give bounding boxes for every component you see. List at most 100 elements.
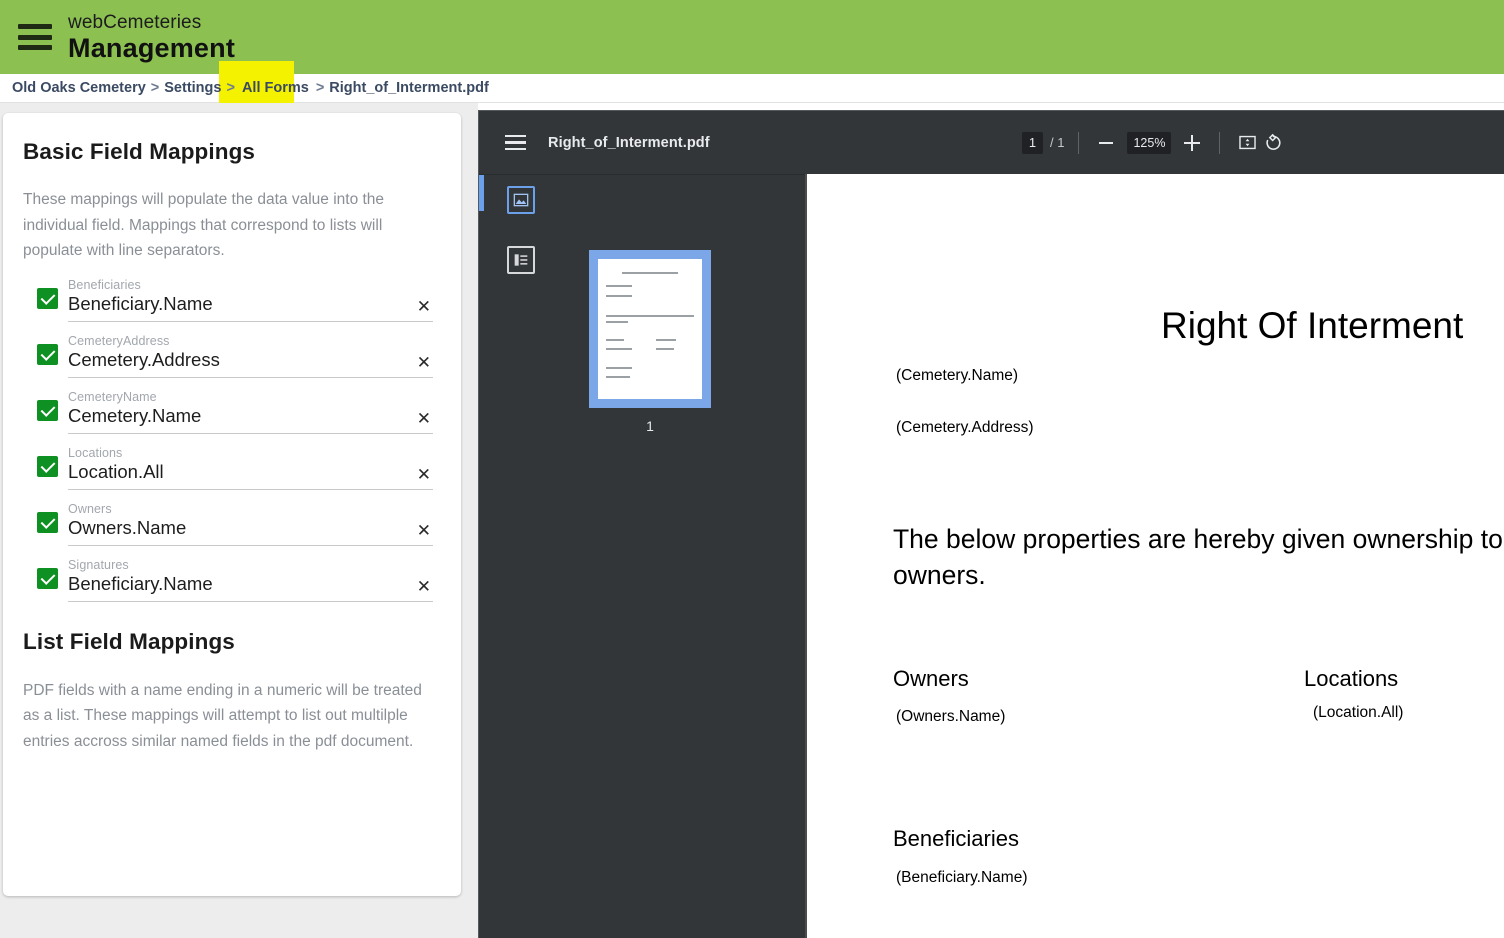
hamburger-bar [18, 45, 52, 50]
mapping-checkbox[interactable] [37, 399, 58, 421]
close-icon[interactable]: ✕ [417, 578, 431, 596]
hamburger-bar [18, 34, 52, 40]
mapping-label: Beneficiaries [68, 277, 141, 292]
mapping-label: CemeteryAddress [68, 333, 170, 348]
field-mappings-card: Basic Field Mappings These mappings will… [3, 113, 461, 896]
thumb-line [656, 339, 676, 341]
brand-product: Management [68, 32, 236, 63]
mapping-label: Signatures [68, 557, 129, 572]
hamburger-bar [18, 24, 52, 29]
breadcrumb-separator: > [315, 80, 325, 96]
close-icon[interactable]: ✕ [417, 298, 431, 316]
mapping-label: CemeteryName [68, 389, 157, 404]
zoom-in-button[interactable] [1179, 130, 1205, 156]
breadcrumb-item-all-forms[interactable]: All Forms [240, 80, 311, 96]
mapping-value[interactable]: Owners.Name [68, 517, 433, 539]
breadcrumb-item-settings[interactable]: Settings [164, 80, 221, 96]
pdf-document-page: Right Of Interment (Cemetery.Name) (Ceme… [807, 174, 1504, 938]
mapping-value[interactable]: Location.All [68, 461, 433, 483]
document-owners-value: (Owners.Name) [896, 708, 1006, 725]
breadcrumb: Old Oaks Cemetery > Settings > All Forms… [0, 61, 1504, 103]
mapping-value[interactable]: Cemetery.Name [68, 405, 433, 427]
brand: webCemeteries Management [68, 13, 235, 62]
pdf-filename: Right_of_Interment.pdf [548, 134, 710, 151]
mapping-field: Beneficiaries Beneficiary.Name ✕ [68, 278, 433, 322]
fit-page-button[interactable] [1234, 130, 1260, 156]
list-mappings-description: PDF fields with a name ending in a numer… [23, 681, 422, 750]
toolbar-divider [1219, 131, 1221, 154]
mapping-label: Owners [68, 501, 112, 516]
close-icon[interactable]: ✕ [417, 410, 431, 428]
mapping-row-locations: Locations Location.All ✕ [23, 446, 433, 490]
document-beneficiaries-heading: Beneficiaries [893, 826, 1019, 851]
page-thumbnail[interactable] [589, 250, 711, 408]
document-locations-heading: Locations [1304, 666, 1399, 691]
thumb-line [606, 339, 624, 341]
mapping-checkbox[interactable] [37, 511, 58, 533]
breadcrumb-separator: > [226, 80, 235, 96]
thumb-line [606, 315, 694, 317]
close-icon[interactable]: ✕ [417, 354, 431, 372]
thumbnails-view-button[interactable] [507, 186, 535, 214]
mapping-field: CemeteryAddress Cemetery.Address ✕ [68, 334, 433, 378]
mapping-field: Owners Owners.Name ✕ [68, 502, 433, 546]
zoom-level-input[interactable]: 125% [1127, 131, 1172, 154]
thumb-line [606, 348, 632, 350]
thumb-line [606, 295, 632, 297]
zoom-out-button[interactable] [1093, 130, 1119, 156]
pdf-sidebar: 1 [479, 174, 805, 938]
mapping-field: Signatures Beneficiary.Name ✕ [68, 558, 433, 602]
mapping-value[interactable]: Beneficiary.Name [68, 293, 433, 315]
mapping-row-signatures: Signatures Beneficiary.Name ✕ [23, 558, 433, 602]
mapping-checkbox[interactable] [37, 343, 58, 365]
close-icon[interactable]: ✕ [417, 466, 431, 484]
brand-company: webCemeteries [68, 11, 202, 33]
mapping-row-cemeteryname: CemeteryName Cemetery.Name ✕ [23, 390, 433, 434]
hamburger-icon[interactable] [505, 135, 526, 150]
page-number-input[interactable]: 1 [1022, 131, 1043, 154]
rotate-button[interactable] [1260, 130, 1286, 156]
thumb-line [606, 367, 632, 369]
document-owners-heading: Owners [893, 666, 969, 691]
hamburger-bar [505, 147, 526, 150]
basic-mappings-description: These mappings will populate the data va… [23, 191, 385, 259]
document-cemetery-name: (Cemetery.Name) [896, 367, 1019, 384]
minus-icon [1099, 141, 1114, 144]
hamburger-icon[interactable] [18, 24, 52, 50]
mapping-field: CemeteryName Cemetery.Name ✕ [68, 390, 433, 434]
thumb-line [606, 285, 632, 287]
plus-icon [1184, 134, 1201, 151]
mapping-value[interactable]: Beneficiary.Name [68, 573, 433, 595]
mapping-row-owners: Owners Owners.Name ✕ [23, 502, 433, 546]
list-mappings-title: List Field Mappings [23, 628, 235, 654]
document-body-text: The below properties are hereby given ow… [893, 524, 1504, 590]
thumbnail-page-label: 1 [646, 418, 654, 434]
rotate-icon [1266, 133, 1282, 150]
mapping-label: Locations [68, 445, 123, 460]
mapping-row-beneficiaries: Beneficiaries Beneficiary.Name ✕ [23, 278, 433, 322]
basic-mappings-title: Basic Field Mappings [23, 139, 256, 164]
close-icon[interactable]: ✕ [417, 522, 431, 540]
page-thumbnail-wrapper: 1 [589, 250, 711, 434]
thumb-line [622, 272, 678, 274]
mapping-value[interactable]: Cemetery.Address [68, 349, 433, 371]
sidebar-active-indicator [479, 175, 484, 211]
hamburger-bar [505, 141, 526, 144]
page-total-label: / 1 [1050, 135, 1065, 150]
hamburger-bar [505, 135, 526, 138]
document-outline-icon [514, 254, 528, 266]
pdf-toolbar-controls: 1 / 1 125% [1022, 111, 1286, 174]
pdf-viewer: Right_of_Interment.pdf 1 / 1 125% 1 Righ… [478, 110, 1504, 938]
mapping-checkbox[interactable] [37, 567, 58, 589]
mapping-row-cemeteryaddress: CemeteryAddress Cemetery.Address ✕ [23, 334, 433, 378]
mapping-checkbox[interactable] [37, 287, 58, 309]
document-cemetery-address: (Cemetery.Address) [896, 419, 1034, 436]
document-title: Right Of Interment [1161, 305, 1464, 346]
mapping-checkbox[interactable] [37, 455, 58, 477]
breadcrumb-separator: > [150, 80, 160, 96]
breadcrumb-item-current-file: Right_of_Interment.pdf [329, 80, 489, 96]
fit-page-icon [1239, 135, 1256, 150]
thumb-line [606, 321, 628, 323]
document-outline-button[interactable] [507, 246, 535, 274]
breadcrumb-item-cemetery[interactable]: Old Oaks Cemetery [12, 80, 146, 96]
